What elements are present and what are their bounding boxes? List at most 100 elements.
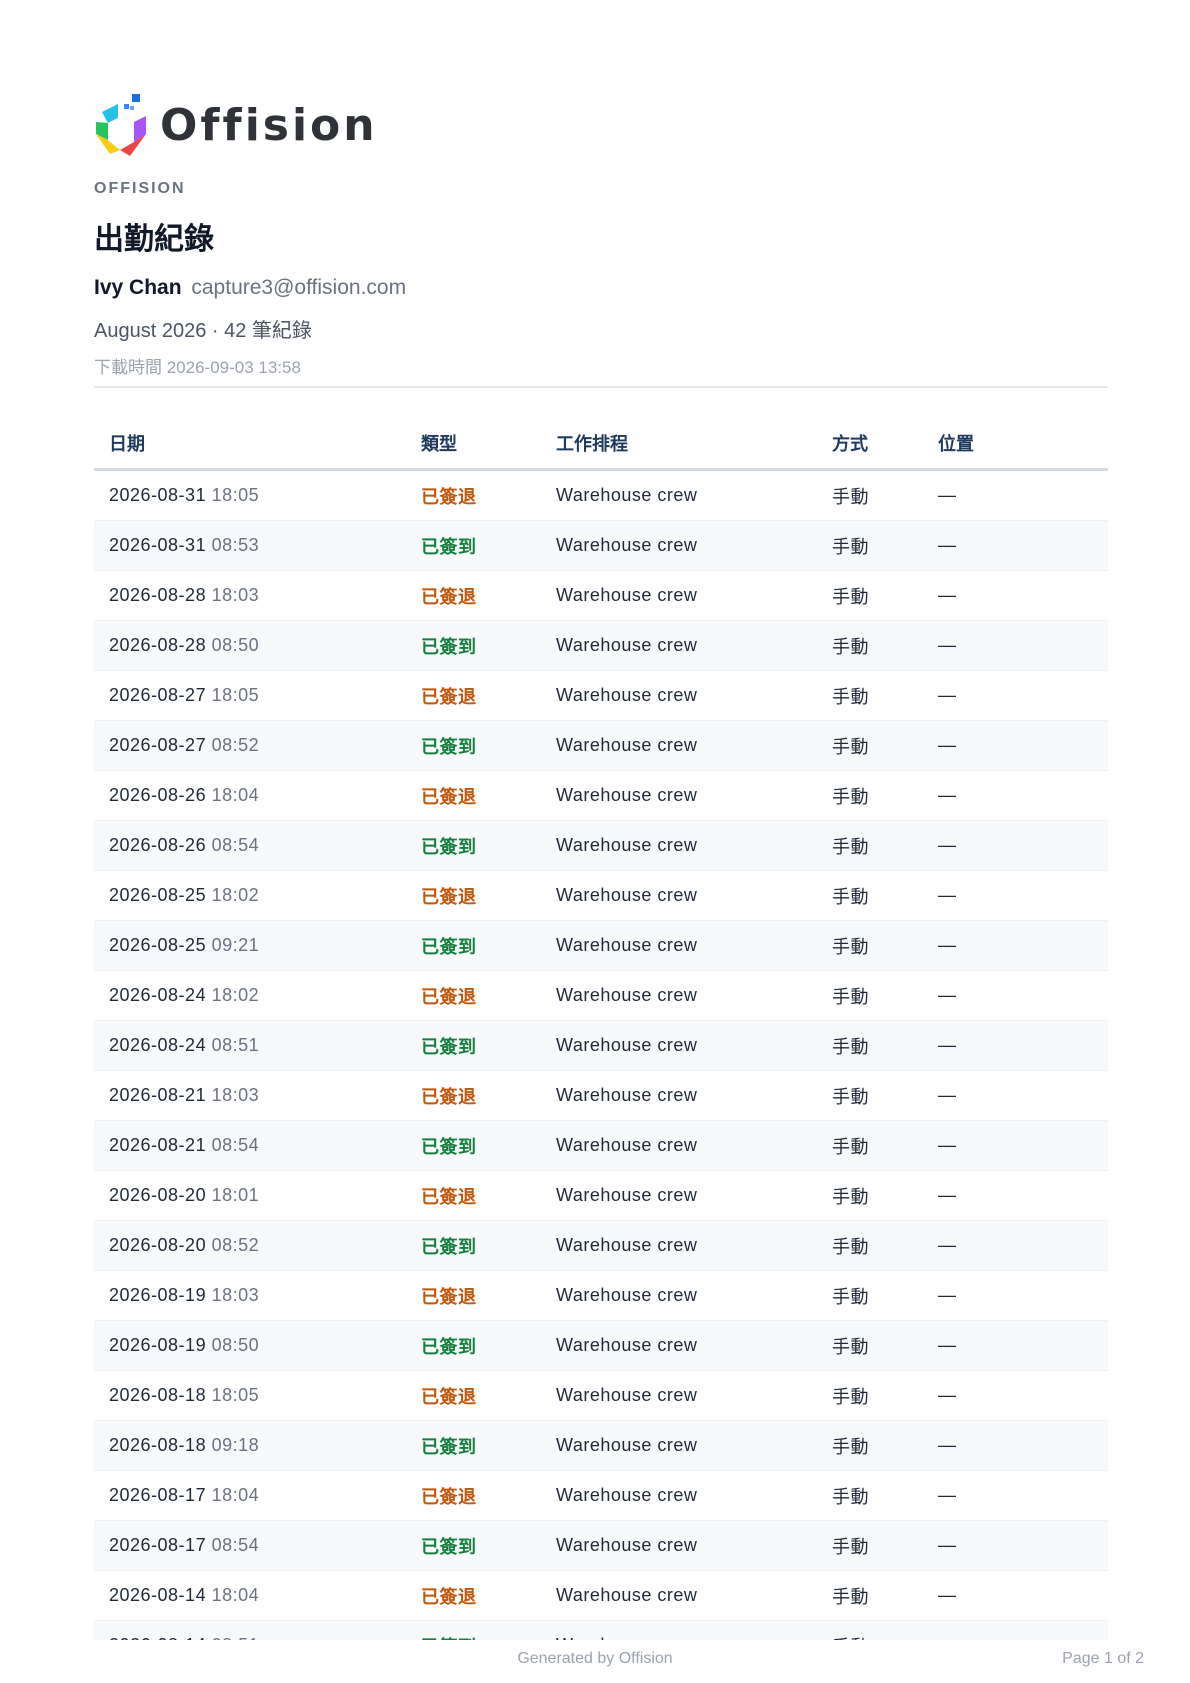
location-cell: — xyxy=(923,1520,1108,1571)
date-value: 2026-08-20 xyxy=(109,1185,207,1205)
time-value: 18:03 xyxy=(211,1285,260,1305)
date-cell: 2026-08-18 09:18 xyxy=(94,1420,406,1471)
location-cell: — xyxy=(923,720,1108,771)
table-row: 2026-08-28 08:50 已簽到 Warehouse crew 手動 — xyxy=(94,620,1108,671)
type-cell: 已簽退 xyxy=(406,1470,541,1521)
type-cell: 已簽退 xyxy=(406,469,541,521)
column-header-method: 方式 xyxy=(817,418,923,471)
type-cell: 已簽退 xyxy=(406,970,541,1021)
time-value: 18:02 xyxy=(211,985,260,1005)
time-value: 08:51 xyxy=(211,1035,260,1055)
schedule-cell: Warehouse crew xyxy=(541,1070,817,1121)
time-value: 09:18 xyxy=(211,1435,260,1455)
type-cell: 已簽到 xyxy=(406,620,541,671)
date-value: 2026-08-24 xyxy=(109,985,207,1005)
table-row: 2026-08-14 08:51 已簽到 Warehouse crew手動— xyxy=(94,1620,1108,1640)
method-cell: 手動 xyxy=(817,1270,923,1321)
method-cell: 手動 xyxy=(817,1170,923,1221)
date-value: 2026-08-14 xyxy=(109,1585,207,1605)
schedule-cell: Warehouse crew xyxy=(541,870,817,921)
table-row: 2026-08-21 08:54 已簽到 Warehouse crew 手動 — xyxy=(94,1120,1108,1171)
table-row: 2026-08-26 18:04 已簽退 Warehouse crew 手動 — xyxy=(94,770,1108,821)
time-value: 08:54 xyxy=(211,1535,260,1555)
time-value: 08:53 xyxy=(211,535,260,555)
status-badge: 已簽退 xyxy=(421,1286,477,1307)
table-row: 2026-08-31 08:53 已簽到 Warehouse crew 手動 — xyxy=(94,520,1108,571)
table-row: 2026-08-27 08:52 已簽到 Warehouse crew 手動 — xyxy=(94,720,1108,771)
time-value: 18:05 xyxy=(211,1385,260,1405)
date-cell: 2026-08-20 18:01 xyxy=(94,1170,406,1221)
table-row: 2026-08-18 09:18 已簽到 Warehouse crew 手動 — xyxy=(94,1420,1108,1471)
type-cell: 已簽到 xyxy=(406,1220,541,1271)
table-row: 2026-08-27 18:05 已簽退 Warehouse crew 手動 — xyxy=(94,670,1108,721)
date-cell: 2026-08-14 18:04 xyxy=(94,1570,406,1621)
date-value: 2026-08-19 xyxy=(109,1285,207,1305)
status-badge: 已簽到 xyxy=(421,1036,477,1057)
column-header-location: 位置 xyxy=(923,418,1108,471)
method-cell: 手動 xyxy=(817,1120,923,1171)
table-row: 2026-08-19 08:50 已簽到 Warehouse crew 手動 — xyxy=(94,1320,1108,1371)
date-cell: 2026-08-25 18:02 xyxy=(94,870,406,921)
schedule-cell: Warehouse crew xyxy=(541,1420,817,1471)
type-cell: 已簽到 xyxy=(406,1020,541,1071)
location-cell: — xyxy=(923,1370,1108,1421)
method-cell: 手動 xyxy=(817,820,923,871)
type-cell: 已簽退 xyxy=(406,1570,541,1621)
date-value: 2026-08-27 xyxy=(109,735,207,755)
type-cell: 已簽退 xyxy=(406,870,541,921)
date-cell: 2026-08-21 18:03 xyxy=(94,1070,406,1121)
time-value: 18:04 xyxy=(211,785,260,805)
method-cell: 手動 xyxy=(817,1620,923,1640)
status-badge: 已簽到 xyxy=(421,636,477,657)
status-badge: 已簽退 xyxy=(421,786,477,807)
time-value: 18:05 xyxy=(211,685,260,705)
location-cell: — xyxy=(923,1270,1108,1321)
date-value: 2026-08-20 xyxy=(109,1235,207,1255)
time-value: 08:50 xyxy=(211,1335,260,1355)
table-row: 2026-08-25 09:21 已簽到 Warehouse crew 手動 — xyxy=(94,920,1108,971)
type-cell: 已簽到 xyxy=(406,1620,541,1640)
table-row: 2026-08-20 18:01 已簽退 Warehouse crew 手動 — xyxy=(94,1170,1108,1221)
schedule-cell: Warehouse crew xyxy=(541,1220,817,1271)
organization-label: OFFISION xyxy=(94,180,186,197)
date-value: 2026-08-17 xyxy=(109,1485,207,1505)
location-cell: — xyxy=(923,920,1108,971)
table-row: 2026-08-18 18:05 已簽退 Warehouse crew 手動 — xyxy=(94,1370,1108,1421)
status-badge: 已簽到 xyxy=(421,1436,477,1457)
location-cell: — xyxy=(923,1120,1108,1171)
location-cell: — xyxy=(923,570,1108,621)
type-cell: 已簽退 xyxy=(406,1170,541,1221)
location-cell: — xyxy=(923,520,1108,571)
time-value: 08:51 xyxy=(212,1635,260,1640)
location-cell: — xyxy=(923,1470,1108,1521)
location-cell: — xyxy=(923,820,1108,871)
method-cell: 手動 xyxy=(817,1220,923,1271)
document-header: Offision OFFISION 出勤紀錄 Ivy Chan capture3… xyxy=(94,92,1108,378)
time-value: 09:21 xyxy=(211,935,260,955)
date-cell: 2026-08-25 09:21 xyxy=(94,920,406,971)
brand-wordmark: Offision xyxy=(160,100,378,151)
type-cell: 已簽退 xyxy=(406,1070,541,1121)
date-cell: 2026-08-31 18:05 xyxy=(94,469,406,521)
location-cell: — xyxy=(923,1170,1108,1221)
method-cell: 手動 xyxy=(817,970,923,1021)
date-value: 2026-08-19 xyxy=(109,1335,207,1355)
location-cell: — xyxy=(923,1220,1108,1271)
schedule-cell: Warehouse crew xyxy=(541,1120,817,1171)
date-cell: 2026-08-31 08:53 xyxy=(94,520,406,571)
schedule-cell: Warehouse crew xyxy=(541,469,817,521)
time-value: 18:03 xyxy=(211,1085,260,1105)
location-cell: — xyxy=(923,1570,1108,1621)
date-value: 2026-08-28 xyxy=(109,635,207,655)
date-value: 2026-08-24 xyxy=(109,1035,207,1055)
type-cell: 已簽到 xyxy=(406,1120,541,1171)
time-value: 18:01 xyxy=(211,1185,260,1205)
method-cell: 手動 xyxy=(817,520,923,571)
date-cell: 2026-08-24 08:51 xyxy=(94,1020,406,1071)
status-badge: 已簽退 xyxy=(421,1386,477,1407)
status-badge: 已簽到 xyxy=(421,836,477,857)
attendance-table-container: 日期 類型 工作排程 方式 位置 2026-08-31 18:05 已簽退 Ware… xyxy=(94,418,1108,1640)
date-value: 2026-08-26 xyxy=(109,785,207,805)
schedule-cell: Warehouse crew xyxy=(541,620,817,671)
time-value: 08:52 xyxy=(211,1235,260,1255)
